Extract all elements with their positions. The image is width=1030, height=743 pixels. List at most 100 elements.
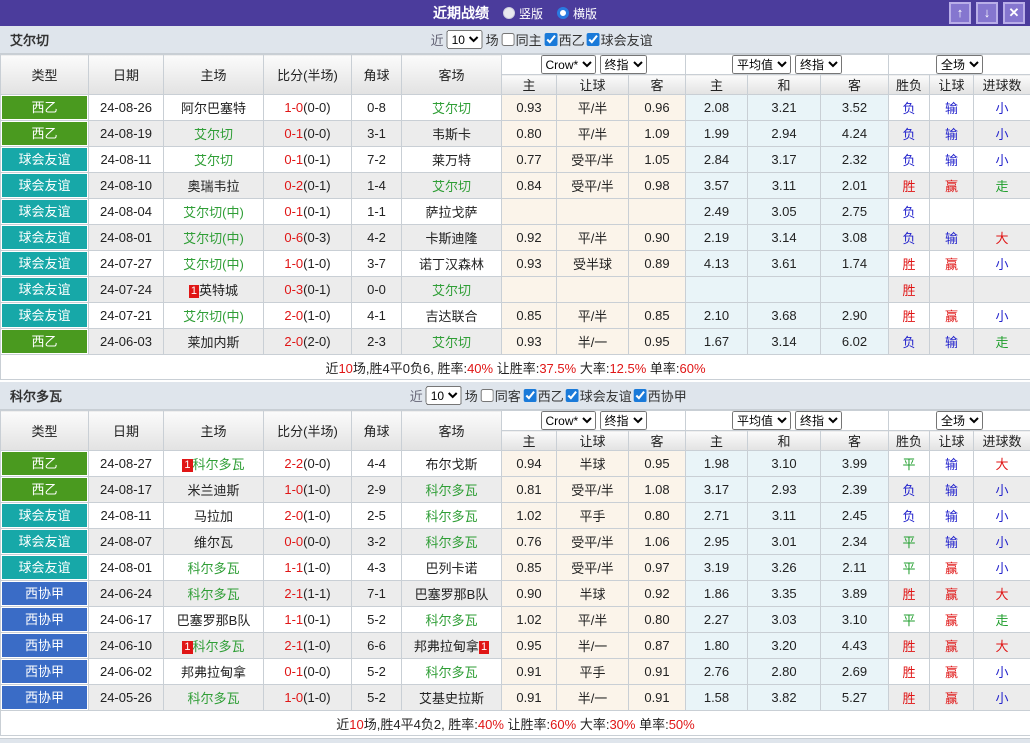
league-checkbox[interactable] [634,389,647,402]
move-up-button[interactable]: ↑ [949,2,971,24]
score-cell: 2-1(1-0) [264,633,352,659]
result-wdl-cell: 负 [889,329,930,355]
close-button[interactable]: ✕ [1003,2,1025,24]
result-handicap-cell: 输 [930,503,974,529]
section-bar: 科尔多瓦 近 10 场 同客 西乙球会友谊西协甲 [0,382,1030,410]
scope-select[interactable]: 全场 [936,411,983,430]
match-count-select[interactable]: 10 [426,386,462,405]
handicap-away-odds-cell: 0.98 [629,173,686,199]
away-team-cell: 巴塞罗那B队 [402,581,502,607]
league-checkbox[interactable] [545,33,558,46]
summary-segment: 37.5% [539,361,576,376]
col-result-goals: 进球数 [974,75,1030,95]
away-team-cell: 诺丁汉森林 [402,251,502,277]
avg-away-odds-cell: 2.34 [821,529,889,555]
radio-horizontal-label: 横版 [573,5,597,22]
league-filter[interactable]: 西协甲 [634,386,687,405]
home-team-cell: 1英特城 [164,277,264,303]
result-goals-cell: 小 [974,477,1030,503]
summary-segment: 近 [336,717,349,732]
match-row: 西乙 24-08-17 米兰迪斯 1-0(1-0) 2-9 科尔多瓦 0.81 … [1,477,1030,503]
match-count-select[interactable]: 10 [447,30,483,49]
same-venue-checkbox[interactable] [502,33,515,46]
result-goals-cell: 小 [974,503,1030,529]
result-goals-cell: 大 [974,451,1030,477]
league-checkbox[interactable] [524,389,537,402]
col-away: 客场 [402,55,502,95]
avg-draw-odds-cell: 3.20 [748,633,821,659]
avg-time-select[interactable]: 终指 [795,55,842,74]
score-cell: 1-0(1-0) [264,477,352,503]
league-type-cell: 球会友谊 [1,529,89,555]
recent-results-panel: 近期战绩 竖版 横版 ↑ ↓ ✕ 艾尔切 近 10 场 [0,0,1030,743]
same-venue-filter[interactable]: 同客 [481,386,521,405]
date-cell: 24-08-07 [89,529,164,555]
near-label: 近 [410,386,423,405]
result-goals-cell [974,199,1030,225]
radio-vertical-layout[interactable]: 竖版 [503,5,543,22]
handicap-away-odds-cell: 0.95 [629,451,686,477]
move-down-button[interactable]: ↓ [976,2,998,24]
avg-draw-odds-cell: 3.61 [748,251,821,277]
avg-time-select[interactable]: 终指 [795,411,842,430]
league-filter[interactable]: 西乙 [545,30,585,49]
date-cell: 24-08-27 [89,451,164,477]
scope-select[interactable]: 全场 [936,55,983,74]
away-team-cell: 艾尔切 [402,329,502,355]
col-type: 类型 [1,411,89,451]
avg-source-select[interactable]: 平均值 [732,55,791,74]
league-type-cell: 西协甲 [1,581,89,607]
league-filter[interactable]: 球会友谊 [566,386,632,405]
result-goals-cell [974,277,1030,303]
corner-cell: 5-2 [352,659,402,685]
page-title: 近期战绩 [433,3,489,23]
league-filter[interactable]: 球会友谊 [587,30,653,49]
unit-label: 场 [465,386,478,405]
match-row: 西乙 24-08-27 1科尔多瓦 2-2(0-0) 4-4 布尔戈斯 0.94… [1,451,1030,477]
score-cell: 2-0(2-0) [264,329,352,355]
odds-time-select[interactable]: 终指 [600,55,647,74]
away-team-cell: 科尔多瓦 [402,607,502,633]
halftime-score: (0-1) [303,612,330,627]
col-score: 比分(半场) [264,55,352,95]
result-goals-cell: 走 [974,173,1030,199]
result-handicap-cell: 输 [930,147,974,173]
avg-home-odds-cell: 1.67 [686,329,748,355]
col-result-let: 让球 [930,431,974,451]
league-checkbox[interactable] [566,389,579,402]
league-type-badge: 球会友谊 [2,200,87,223]
avg-away-odds-cell: 2.69 [821,659,889,685]
league-checkbox[interactable] [587,33,600,46]
home-team-name: 艾尔切 [194,153,233,168]
corner-cell: 4-2 [352,225,402,251]
date-cell: 24-06-24 [89,581,164,607]
same-venue-checkbox[interactable] [481,389,494,402]
col-avg-draw: 和 [748,431,821,451]
away-team-name: 萨拉戈萨 [425,205,477,220]
fulltime-score: 1-1 [284,560,303,575]
corner-cell: 2-3 [352,329,402,355]
col-avg-home: 主 [686,431,748,451]
league-filters: 西乙球会友谊 [545,30,653,49]
same-venue-filter[interactable]: 同主 [502,30,542,49]
odds-source-select[interactable]: Crow* [541,55,596,74]
avg-source-select[interactable]: 平均值 [732,411,791,430]
avg-draw-odds-cell: 2.94 [748,121,821,147]
home-team-cell: 艾尔切(中) [164,199,264,225]
fulltime-score: 0-0 [284,534,303,549]
match-row: 球会友谊 24-07-21 艾尔切(中) 2-0(1-0) 4-1 吉达联合 0… [1,303,1030,329]
league-filter[interactable]: 西乙 [524,386,564,405]
summary-segment: 场,胜4平0负6, 胜率: [353,361,467,376]
result-wdl-cell: 负 [889,477,930,503]
radio-horizontal-layout[interactable]: 横版 [557,5,597,22]
handicap-away-odds-cell: 0.89 [629,251,686,277]
avg-home-odds-cell: 2.76 [686,659,748,685]
col-avg-draw: 和 [748,75,821,95]
odds-time-select[interactable]: 终指 [600,411,647,430]
result-handicap-cell: 赢 [930,555,974,581]
handicap-line-cell: 平/半 [557,121,629,147]
result-goals-cell: 小 [974,95,1030,121]
odds-source-select[interactable]: Crow* [541,411,596,430]
rank-badge: 1 [182,641,192,654]
handicap-away-odds-cell: 0.91 [629,685,686,711]
